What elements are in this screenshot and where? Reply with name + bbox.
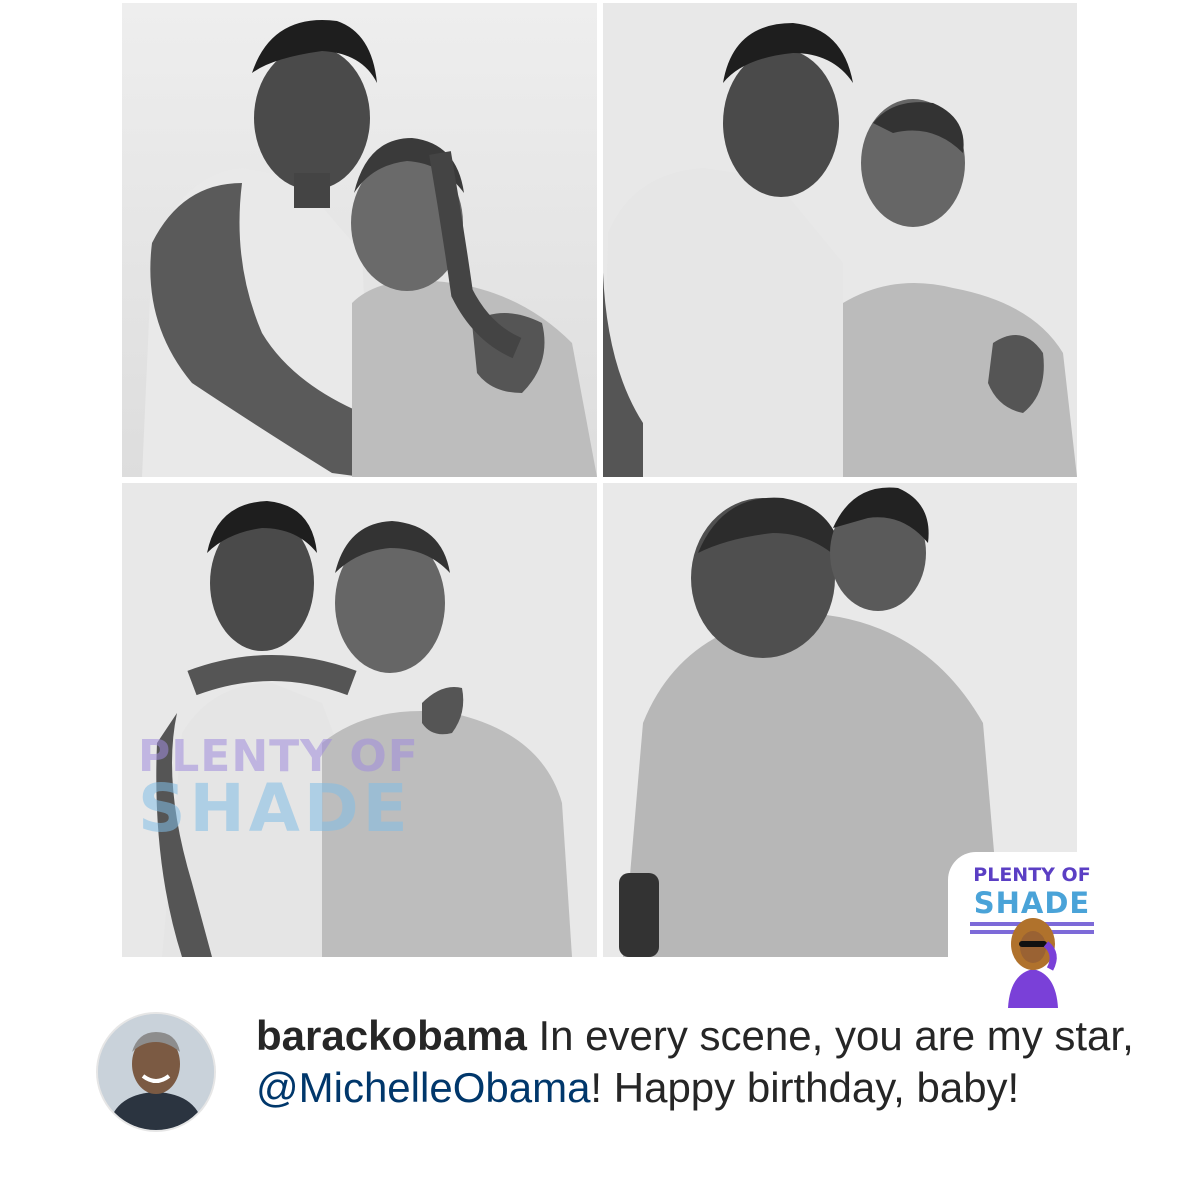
watermark-line2: SHADE xyxy=(138,769,412,847)
photo-3-image xyxy=(122,483,597,957)
avatar[interactable] xyxy=(96,1012,216,1132)
badge-line1: PLENTY OF xyxy=(973,864,1091,886)
post-caption: barackobama In every scene, you are my s… xyxy=(256,1010,1136,1114)
photo-1[interactable] xyxy=(122,3,597,477)
caption-text: In every scene, you are my star, xyxy=(526,1012,1134,1059)
watermark: PLENTY OF SHADE xyxy=(138,735,419,847)
username-link[interactable]: barackobama xyxy=(256,1012,527,1059)
brand-badge: PLENTY OF SHADE xyxy=(948,852,1116,1008)
photo-2[interactable] xyxy=(603,3,1077,477)
photo-1-image xyxy=(122,3,597,477)
caption-text-end: ! Happy birthday, baby! xyxy=(590,1064,1020,1111)
avatar-image xyxy=(98,1014,214,1130)
mention-link[interactable]: @MichelleObama xyxy=(256,1064,590,1111)
photo-3[interactable] xyxy=(122,483,597,957)
photo-2-image xyxy=(603,3,1077,477)
badge-figure-icon xyxy=(1008,918,1058,1008)
